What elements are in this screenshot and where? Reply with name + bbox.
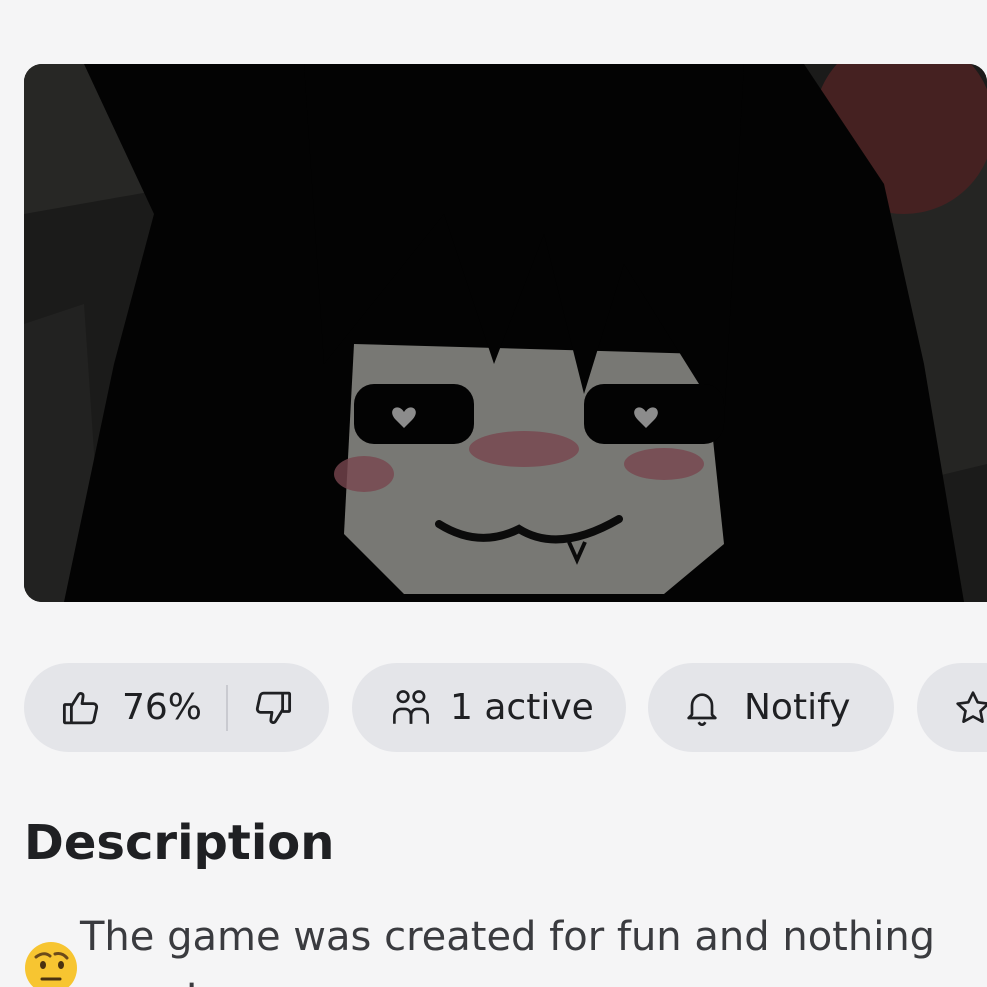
game-stats-bar: 76% 1 active Notify [24,663,987,752]
thumbs-up-icon[interactable] [60,687,102,729]
game-thumbnail[interactable] [24,64,987,602]
like-percentage: 76% [122,687,203,728]
notify-label: Notify [744,687,851,728]
bell-icon [682,688,722,728]
active-players-pill[interactable]: 1 active [352,663,626,752]
description-heading: Description [24,815,335,871]
vote-pill: 76% [24,663,329,752]
star-icon [953,688,987,728]
thumbs-down-icon[interactable] [252,687,294,729]
notify-button[interactable]: Notify [648,663,894,752]
favorite-button[interactable] [917,663,987,752]
people-icon [390,687,432,729]
vote-divider [226,684,229,731]
description-text: The game was created for fun and nothing… [80,914,936,987]
thumbnail-artwork [24,64,987,602]
active-count: 1 active [450,687,594,728]
raised-eyebrow-emoji-icon [24,941,78,987]
game-detail-page: 76% 1 active Notify Description The game… [0,0,987,987]
description-body: The game was created for fun and nothing… [24,906,984,987]
